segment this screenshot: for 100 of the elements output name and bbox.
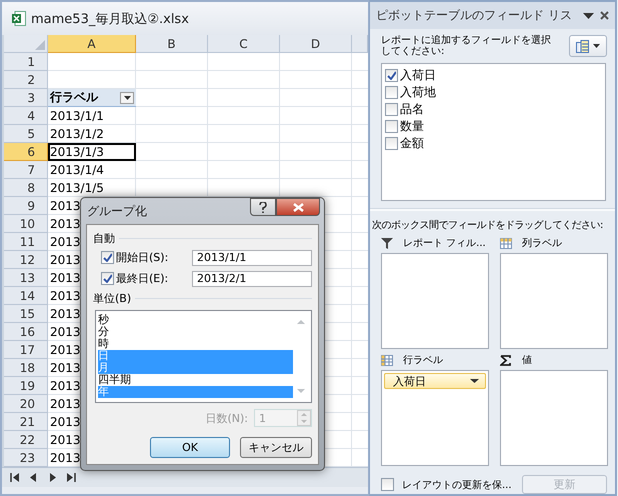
dropdown-icon[interactable] (583, 12, 594, 18)
checkbox-label[interactable]: 開始日(S): (116, 250, 168, 265)
date-field[interactable]: 2013/2/1 (192, 270, 312, 286)
checkbox[interactable] (385, 103, 398, 116)
dropdown-icon[interactable] (470, 379, 479, 383)
table-cell: 2013 (50, 397, 81, 411)
column-header[interactable]: A (48, 35, 136, 53)
table-cell: 2013/1/1 (50, 109, 104, 123)
table-cell: 2013 (50, 379, 81, 393)
table-cell: 2013 (50, 307, 81, 321)
field-label[interactable]: 入荷日 (400, 67, 436, 84)
table-cell: 2013 (50, 253, 81, 267)
list-item[interactable]: 分 (98, 326, 293, 338)
area-label: 行ラベル (403, 354, 443, 367)
last-sheet-icon[interactable] (67, 473, 76, 482)
area-label: レポート フィル... (403, 237, 486, 250)
cancel-button[interactable]: キャンセル (240, 437, 312, 458)
date-field[interactable]: 2013/1/1 (192, 250, 312, 266)
checkbox[interactable] (385, 120, 398, 133)
ok-button[interactable]: OK (150, 437, 230, 458)
column-header[interactable]: D (280, 35, 352, 53)
table-cell: 2013 (50, 343, 81, 357)
checkbox-label[interactable]: レイアウトの更新を保... (402, 478, 512, 492)
close-button[interactable] (276, 198, 320, 216)
table-cell: 2013/1/3 (48, 143, 136, 161)
field-label[interactable]: 品名 (400, 101, 424, 118)
row-header[interactable]: 13 (4, 269, 48, 287)
table-cell: 2013 (50, 271, 81, 285)
row-header[interactable]: 3 (4, 89, 48, 107)
row-header[interactable]: 4 (4, 107, 48, 125)
first-sheet-icon[interactable] (10, 473, 19, 482)
row-header[interactable]: 22 (4, 431, 48, 449)
table-cell: 2013/1/2 (50, 127, 104, 141)
column-header[interactable]: C (208, 35, 280, 53)
triangle-icon (35, 40, 45, 50)
row-header[interactable]: 23 (4, 449, 48, 467)
checkbox[interactable] (385, 69, 398, 82)
list-item[interactable]: 秒 (98, 314, 293, 326)
row-header[interactable]: 14 (4, 287, 48, 305)
field-label[interactable]: 入荷地 (400, 84, 436, 101)
row-header[interactable]: 15 (4, 305, 48, 323)
table-cell: 2013 (50, 325, 81, 339)
field-label: 日数(N): (205, 410, 248, 426)
checkbox[interactable] (381, 478, 394, 491)
row-header[interactable]: 1 (4, 53, 48, 71)
spreadsheet-icon (12, 11, 26, 26)
filter-icon (381, 238, 393, 248)
table-cell: 2013 (50, 451, 81, 465)
row-header[interactable]: 17 (4, 341, 48, 359)
area-label: 値 (522, 354, 532, 367)
row-header[interactable]: 7 (4, 161, 48, 179)
checkbox[interactable] (385, 86, 398, 99)
close-icon (292, 202, 304, 212)
row-header[interactable]: 10 (4, 215, 48, 233)
field-label: 入荷日 (393, 374, 426, 388)
row-header[interactable]: 9 (4, 197, 48, 215)
checkbox[interactable] (101, 251, 114, 264)
caret-icon (593, 44, 600, 48)
column-header[interactable]: B (136, 35, 208, 53)
instruction-text: レポートに追加するフィールドを選択してください: (381, 35, 552, 57)
instruction-text: 次のボックス間でフィールドをドラッグしてください: (371, 219, 604, 232)
row-header[interactable]: 19 (4, 377, 48, 395)
checkbox[interactable] (385, 137, 398, 150)
checkbox[interactable] (101, 272, 114, 285)
row-header[interactable]: 21 (4, 413, 48, 431)
checkbox-label[interactable]: 最終日(E): (116, 271, 168, 286)
table-cell: 2013 (50, 235, 81, 249)
close-icon[interactable] (600, 11, 609, 20)
table-cell: 2013/1/4 (50, 163, 104, 177)
list-item[interactable]: 四半期 (98, 374, 293, 386)
row-header[interactable]: 2 (4, 71, 48, 89)
list-item[interactable]: 時 (98, 338, 293, 350)
table-cell: 2013 (50, 433, 81, 447)
field-label[interactable]: 数量 (400, 118, 424, 135)
row-header[interactable]: 12 (4, 251, 48, 269)
next-sheet-icon[interactable] (48, 473, 57, 482)
row-header[interactable]: 6 (4, 143, 48, 161)
row-header[interactable]: 8 (4, 179, 48, 197)
row-header[interactable]: 11 (4, 233, 48, 251)
field-label[interactable]: 金額 (400, 135, 424, 152)
unit-listbox[interactable]: 秒 分 時 日 月 四半期 年 (95, 310, 312, 403)
row-header[interactable]: 18 (4, 359, 48, 377)
row-header[interactable]: 5 (4, 125, 48, 143)
layout-button[interactable] (569, 35, 607, 57)
help-button[interactable] (250, 198, 276, 216)
filter-button[interactable] (120, 92, 134, 104)
row-header[interactable]: 16 (4, 323, 48, 341)
documents-icon (576, 40, 589, 52)
grid-icon (500, 238, 512, 248)
field-chip[interactable]: 入荷日 (384, 373, 486, 389)
row-header[interactable]: 20 (4, 395, 48, 413)
table-cell: 2013 (50, 415, 81, 429)
group-label: 単位(B) (93, 290, 132, 306)
area-label: 列ラベル (522, 237, 562, 250)
previous-sheet-icon[interactable] (29, 473, 38, 482)
caret-icon (124, 96, 130, 100)
table-cell: 2013/1/5 (50, 181, 104, 195)
dialog-title: グループ化 (87, 202, 147, 220)
table-cell: 2013 (50, 217, 81, 231)
grid-icon (381, 354, 393, 366)
